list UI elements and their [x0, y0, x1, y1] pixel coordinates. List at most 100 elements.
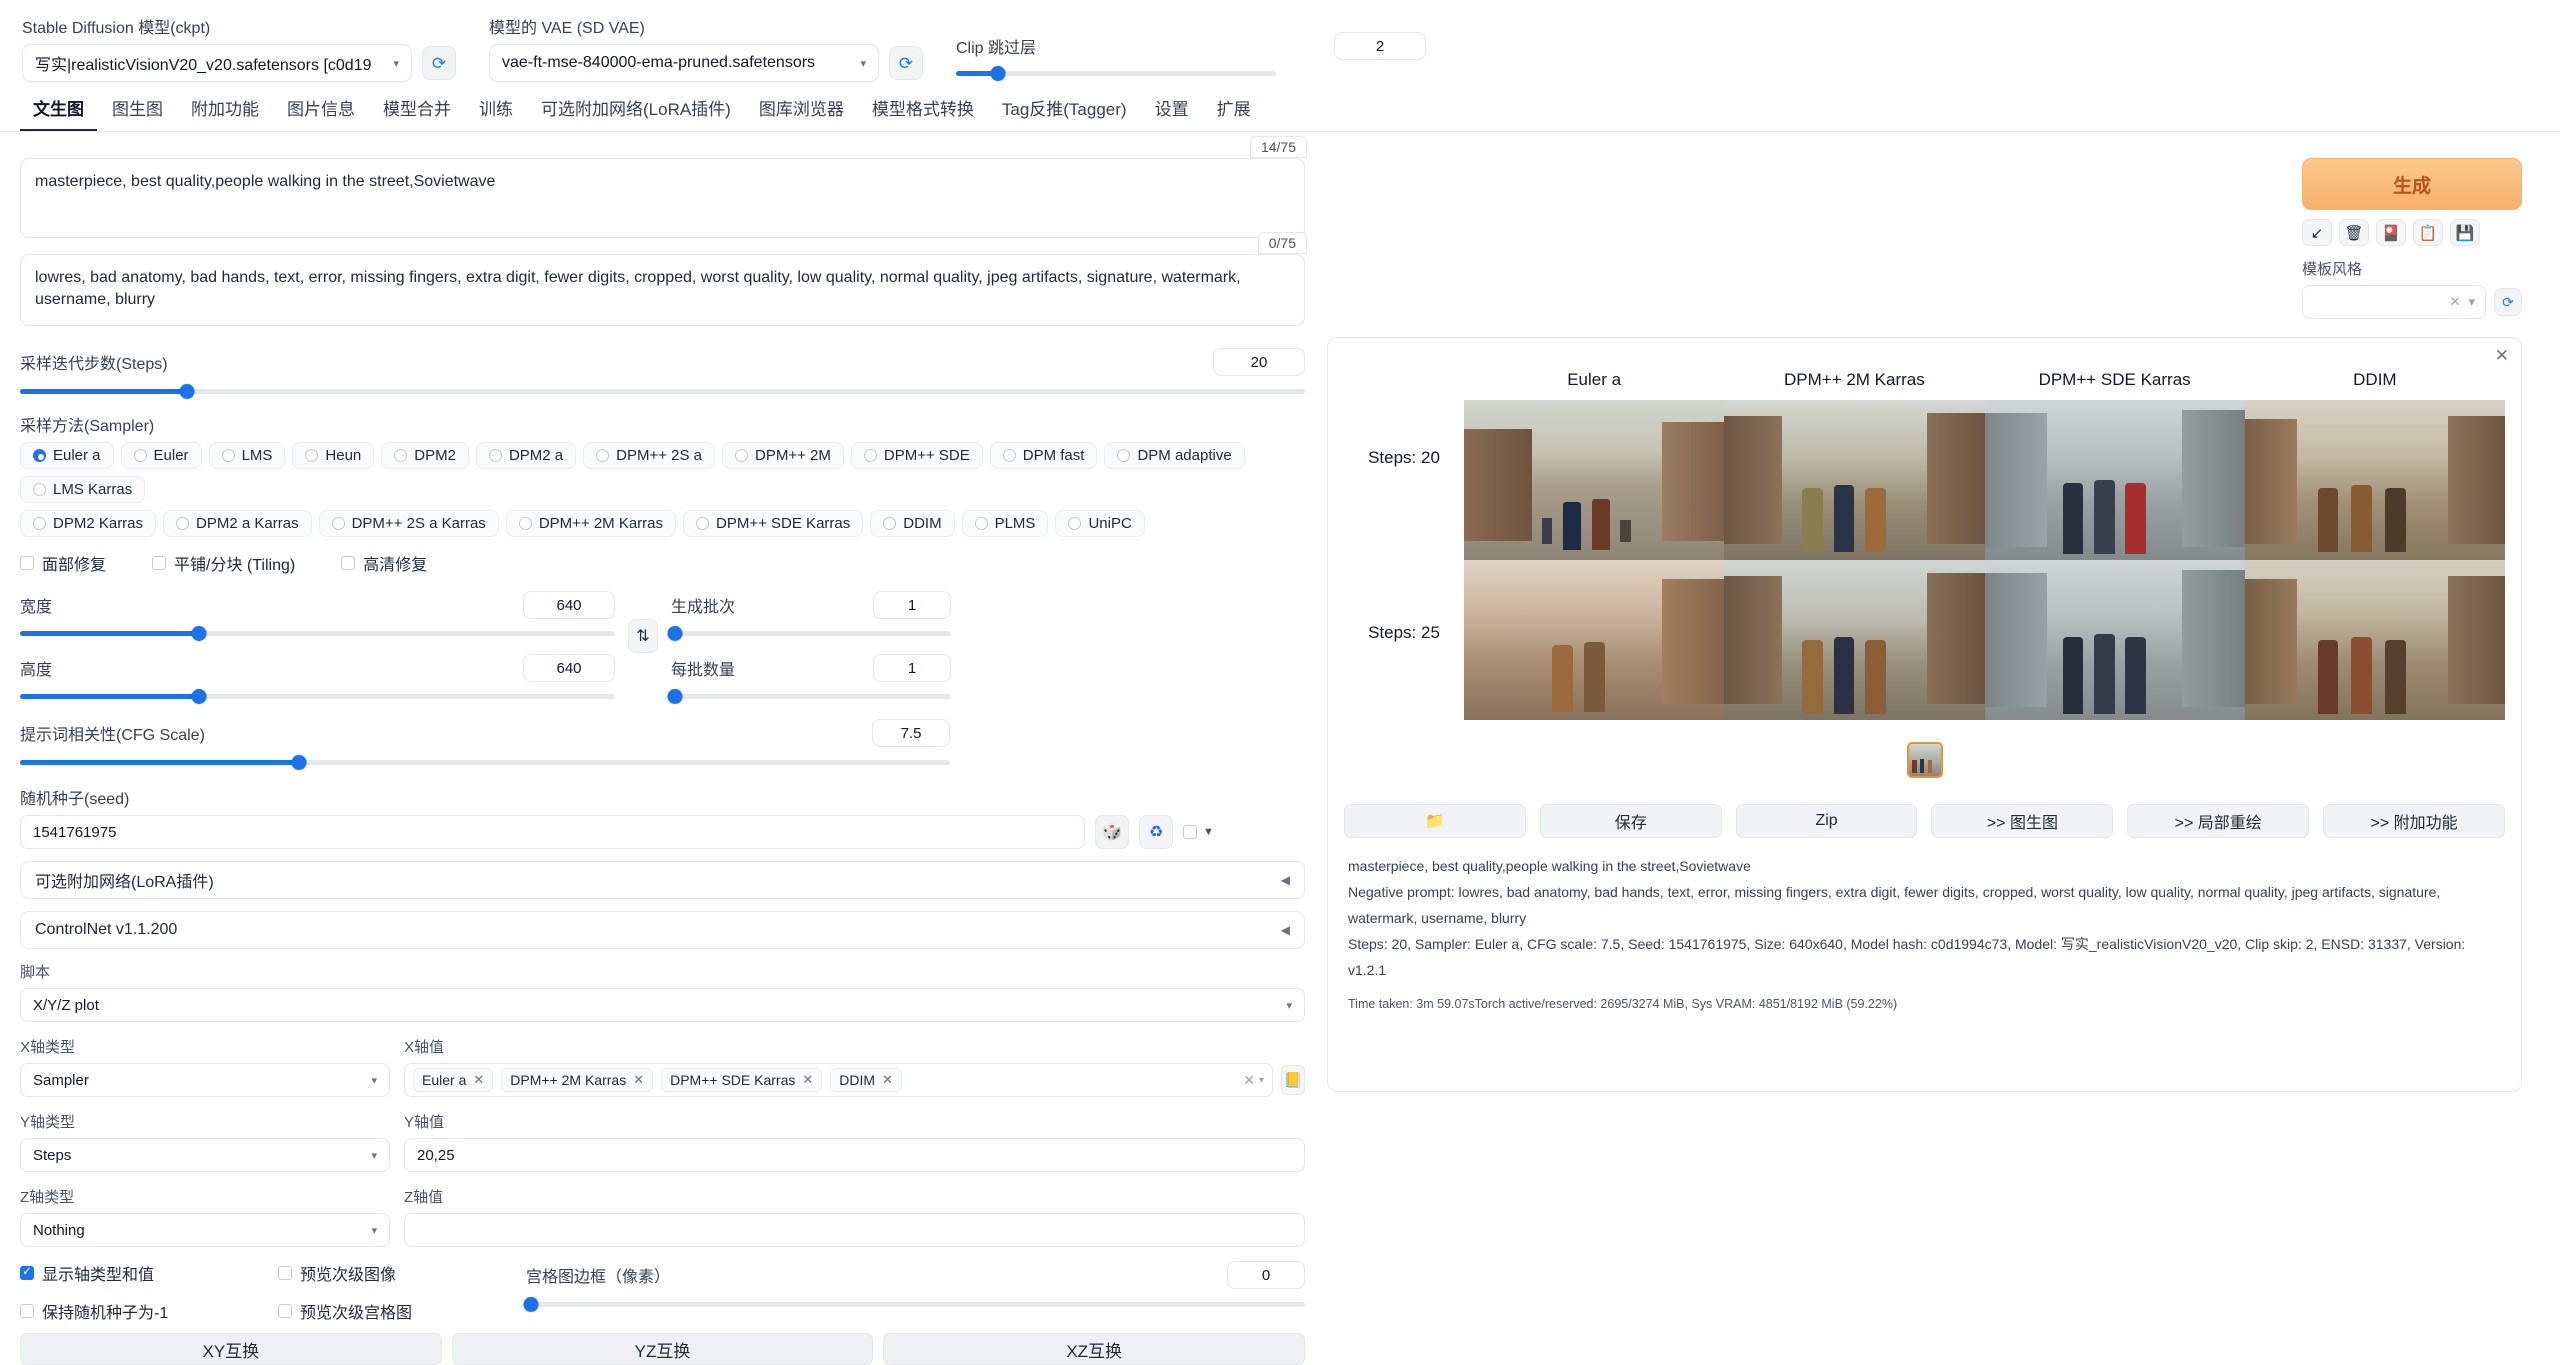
- clip-skip-slider[interactable]: [956, 64, 1276, 82]
- remove-tag-icon[interactable]: ✕: [633, 1072, 644, 1088]
- grid-margin-value[interactable]: 0: [1227, 1261, 1305, 1289]
- sd-model-select[interactable]: 写实|realisticVisionV20_v20.safetensors [c…: [22, 44, 412, 82]
- grid-margin-slider[interactable]: [523, 1295, 1305, 1313]
- x-axis-type-select[interactable]: Sampler ▾: [20, 1063, 390, 1097]
- tab-extras[interactable]: 附加功能: [178, 88, 272, 131]
- send-to-inpaint-button[interactable]: >> 局部重绘: [2127, 804, 2310, 838]
- grid-cell-image[interactable]: [1984, 400, 2245, 560]
- refresh-styles-button[interactable]: ⟳: [2494, 288, 2522, 316]
- swap-xy-button[interactable]: XY互换: [20, 1333, 442, 1365]
- checkbox-hires-fix[interactable]: 高清修复: [341, 551, 427, 575]
- save-zip-button[interactable]: Zip: [1735, 804, 1918, 838]
- remove-tag-icon[interactable]: ✕: [882, 1072, 893, 1088]
- swap-width-height-button[interactable]: ⇅: [628, 619, 658, 653]
- checkbox-keep-seed[interactable]: 保持随机种子为-1: [20, 1299, 278, 1323]
- sampler-option-dpm2[interactable]: DPM2: [381, 442, 469, 469]
- clear-icon[interactable]: ✕: [2450, 294, 2461, 310]
- sampler-option-euler[interactable]: Euler: [120, 442, 202, 469]
- sampler-option-dpm2-a-karras[interactable]: DPM2 a Karras: [163, 510, 312, 537]
- remove-tag-icon[interactable]: ✕: [473, 1072, 484, 1088]
- sampler-option-dpmpp-2s-a[interactable]: DPM++ 2S a: [583, 442, 716, 469]
- extra-seed-toggle[interactable]: ▼: [1183, 825, 1214, 839]
- sampler-option-unipc[interactable]: UniPC: [1055, 510, 1145, 537]
- z-axis-values-input[interactable]: [404, 1213, 1305, 1247]
- steps-slider[interactable]: [20, 382, 1305, 400]
- sampler-option-plms[interactable]: PLMS: [961, 510, 1049, 537]
- checkbox-preview-sub-images[interactable]: 预览次级图像: [278, 1261, 526, 1285]
- checkbox-face-restore[interactable]: 面部修复: [20, 551, 106, 575]
- sampler-option-heun[interactable]: Heun: [292, 442, 375, 469]
- width-value[interactable]: 640: [523, 591, 615, 619]
- sampler-option-lms-karras[interactable]: LMS Karras: [20, 476, 146, 503]
- send-to-img2img-button[interactable]: >> 图生图: [1931, 804, 2114, 838]
- show-extra-networks-button[interactable]: 🎴: [2376, 219, 2406, 246]
- positive-prompt-input[interactable]: masterpiece, best quality,people walking…: [20, 158, 1305, 238]
- grid-cell-image[interactable]: [1464, 400, 1725, 560]
- swap-xz-button[interactable]: XZ互换: [883, 1333, 1306, 1365]
- x-axis-values-field[interactable]: Euler a ✕ DPM++ 2M Karras ✕ DPM++ SDE Karr…: [404, 1063, 1273, 1097]
- grid-cell-image[interactable]: [2244, 560, 2505, 720]
- height-slider[interactable]: [20, 687, 615, 705]
- generate-button[interactable]: 生成: [2302, 158, 2522, 210]
- steps-value[interactable]: 20: [1213, 348, 1305, 376]
- z-axis-type-select[interactable]: Nothing ▾: [20, 1213, 390, 1247]
- sd-vae-select[interactable]: vae-ft-mse-840000-ema-pruned.safetensors…: [489, 44, 879, 82]
- y-axis-values-input[interactable]: 20,25: [404, 1138, 1305, 1172]
- batch-count-value[interactable]: 1: [873, 591, 951, 619]
- checkbox-tiling[interactable]: 平铺/分块 (Tiling): [152, 551, 295, 575]
- swap-yz-button[interactable]: YZ互换: [451, 1333, 874, 1365]
- styles-select[interactable]: ✕ ▾: [2302, 285, 2486, 319]
- batch-count-slider[interactable]: [667, 624, 951, 642]
- open-folder-button[interactable]: 📁: [1344, 804, 1526, 838]
- save-style-button[interactable]: 💾: [2450, 219, 2480, 246]
- tab-image-browser[interactable]: 图库浏览器: [746, 88, 857, 131]
- sampler-option-dpm2-karras[interactable]: DPM2 Karras: [20, 510, 157, 537]
- tab-checkpoint-merger[interactable]: 模型合并: [370, 88, 464, 131]
- grid-cell-image[interactable]: [1724, 560, 1985, 720]
- cfg-slider[interactable]: [20, 753, 950, 771]
- x-axis-tag[interactable]: Euler a ✕: [413, 1068, 494, 1092]
- close-gallery-button[interactable]: ✕: [2495, 346, 2509, 366]
- sampler-option-dpm-fast[interactable]: DPM fast: [989, 442, 1098, 469]
- result-thumbnail[interactable]: [1906, 742, 1943, 778]
- clear-prompt-button[interactable]: 🗑: [2339, 219, 2369, 246]
- tab-train[interactable]: 训练: [466, 88, 526, 131]
- reuse-seed-button[interactable]: ♻: [1139, 815, 1173, 849]
- send-to-extras-button[interactable]: >> 附加功能: [2323, 804, 2505, 838]
- save-button[interactable]: 保存: [1539, 804, 1722, 838]
- sampler-option-dpmpp-2m[interactable]: DPM++ 2M: [722, 442, 844, 469]
- y-axis-type-select[interactable]: Steps ▾: [20, 1138, 390, 1172]
- accordion-controlnet[interactable]: ControlNet v1.1.200 ◀: [20, 911, 1305, 949]
- grid-cell-image[interactable]: [1984, 560, 2245, 720]
- sampler-option-ddim[interactable]: DDIM: [870, 510, 955, 537]
- x-axis-tag[interactable]: DPM++ 2M Karras ✕: [501, 1068, 654, 1092]
- tab-txt2img[interactable]: 文生图: [20, 88, 97, 131]
- checkbox-show-axis-types[interactable]: 显示轴类型和值: [20, 1261, 278, 1285]
- grid-cell-image[interactable]: [1464, 560, 1725, 720]
- cfg-value[interactable]: 7.5: [872, 719, 950, 747]
- sampler-option-dpm2-a[interactable]: DPM2 a: [475, 442, 577, 469]
- width-slider[interactable]: [20, 624, 615, 642]
- paste-params-button[interactable]: ↙: [2302, 219, 2332, 246]
- sampler-option-dpm-adaptive[interactable]: DPM adaptive: [1104, 442, 1245, 469]
- remove-tag-icon[interactable]: ✕: [802, 1072, 813, 1088]
- x-axis-tag[interactable]: DPM++ SDE Karras ✕: [661, 1068, 823, 1092]
- sampler-option-dpmpp-2m-karras[interactable]: DPM++ 2M Karras: [505, 510, 677, 537]
- batch-size-slider[interactable]: [667, 687, 951, 705]
- clear-all-tags-button[interactable]: ✕ ▾: [1243, 1072, 1264, 1089]
- sampler-option-euler-a[interactable]: Euler a: [20, 442, 114, 469]
- accordion-additional-networks[interactable]: 可选附加网络(LoRA插件) ◀: [20, 861, 1305, 899]
- randomize-seed-button[interactable]: 🎲: [1095, 815, 1129, 849]
- apply-style-button[interactable]: 📋: [2413, 219, 2443, 246]
- tab-extensions[interactable]: 扩展: [1204, 88, 1264, 131]
- sampler-option-dpmpp-sde-karras[interactable]: DPM++ SDE Karras: [683, 510, 864, 537]
- batch-size-value[interactable]: 1: [873, 654, 951, 682]
- script-select[interactable]: X/Y/Z plot ▾: [20, 988, 1305, 1022]
- seed-input[interactable]: 1541761975: [20, 815, 1085, 849]
- tab-png-info[interactable]: 图片信息: [274, 88, 368, 131]
- refresh-vae-button[interactable]: ⟳: [889, 46, 923, 80]
- tab-tagger[interactable]: Tag反推(Tagger): [989, 88, 1140, 131]
- clip-skip-value[interactable]: 2: [1334, 32, 1426, 60]
- height-value[interactable]: 640: [523, 654, 615, 682]
- sampler-option-lms[interactable]: LMS: [208, 442, 286, 469]
